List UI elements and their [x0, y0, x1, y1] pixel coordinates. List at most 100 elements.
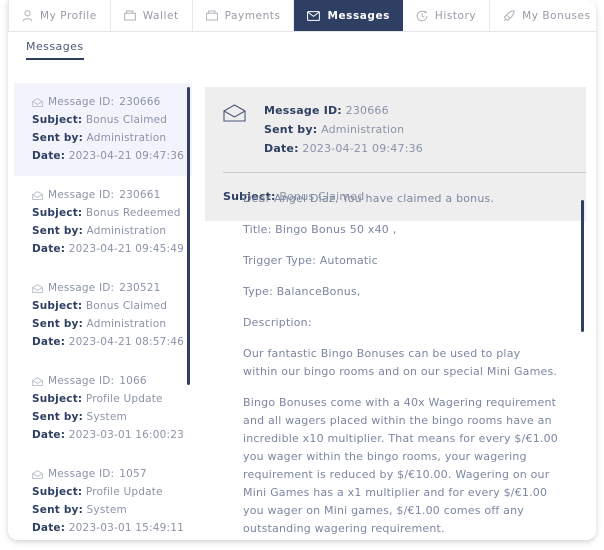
detail-header-lines: Message ID: 230666 Sent by: Administrati… — [264, 101, 568, 158]
subject-label: Subject: — [32, 300, 83, 312]
messages-dialog: My Profile Wallet Payments Messages Hist… — [8, 0, 596, 540]
message-id-value: 230666 — [345, 104, 389, 117]
message-id-value: 230661 — [119, 189, 161, 201]
message-paragraph: Our fantastic Bingo Bonuses can be used … — [243, 347, 558, 378]
message-id-row: Message ID: 1057 — [32, 465, 182, 483]
message-id-row: Message ID: 230521 — [32, 279, 182, 297]
sent-by-label: Sent by: — [264, 123, 318, 136]
message-paragraph: Trigger Type: Automatic — [243, 254, 378, 267]
subject-value: Profile Update — [85, 486, 163, 498]
tab-label: My Profile — [40, 9, 97, 22]
sent-by-value: Administration — [86, 132, 167, 144]
subject-value: Bonus Claimed — [85, 114, 168, 126]
detail-sent-by-row: Sent by: Administration — [264, 120, 568, 139]
sent-by-row: Sent by: Administration — [32, 222, 182, 240]
tab-label: History — [434, 9, 477, 22]
sent-by-row: Sent by: Administration — [32, 315, 182, 333]
date-label: Date: — [32, 429, 66, 441]
payments-icon — [205, 10, 218, 21]
sent-by-row: Sent by: Administration — [32, 129, 182, 147]
subject-value: Bonus Claimed — [85, 300, 168, 312]
message-id-row: Message ID: 1066 — [32, 372, 182, 390]
envelope-icon — [307, 10, 321, 21]
date-row: Date: 2023-04-21 09:45:49 — [32, 240, 185, 258]
message-id-label: Message ID: — [264, 104, 342, 117]
message-id-label: Message ID: — [48, 96, 115, 108]
date-value: 2023-04-21 09:47:36 — [302, 142, 424, 155]
tab-messages[interactable]: Messages — [294, 0, 403, 31]
date-label: Date: — [32, 336, 66, 348]
sent-by-label: Sent by: — [32, 411, 83, 423]
date-value: 2023-03-01 15:49:11 — [68, 522, 185, 534]
subject-row: Subject: Profile Update — [32, 390, 182, 408]
tab-my-bonuses[interactable]: My Bonuses — [490, 0, 596, 31]
message-id-value: 230521 — [119, 282, 161, 294]
message-list[interactable]: Message ID: 230666 Subject: Bonus Claime… — [14, 83, 192, 535]
envelope-open-icon — [32, 376, 43, 386]
subject-row: Subject: Bonus Redeemed — [32, 204, 182, 222]
tab-label: Wallet — [142, 9, 179, 22]
envelope-open-icon — [32, 283, 43, 293]
message-paragraph: Title: Bingo Bonus 50 x40 , — [243, 223, 397, 236]
message-body-scrollbar-thumb[interactable] — [581, 200, 584, 332]
sent-by-value: System — [86, 504, 127, 516]
tab-my-profile[interactable]: My Profile — [8, 0, 111, 31]
date-label: Date: — [32, 522, 66, 534]
sent-by-row: Sent by: System — [32, 501, 182, 519]
message-id-label: Message ID: — [48, 468, 115, 480]
tab-payments[interactable]: Payments — [192, 0, 295, 31]
date-value: 2023-03-01 16:00:23 — [68, 429, 185, 441]
date-value: 2023-04-21 08:57:46 — [68, 336, 185, 348]
user-icon — [22, 9, 33, 22]
detail-message-id-row: Message ID: 230666 — [264, 101, 568, 120]
tab-label: My Bonuses — [522, 9, 591, 22]
sent-by-value: System — [86, 411, 127, 423]
date-label: Date: — [32, 150, 66, 162]
sent-by-row: Sent by: System — [32, 408, 182, 426]
date-row: Date: 2023-04-21 09:47:36 — [32, 147, 184, 165]
rocket-icon — [503, 9, 515, 22]
tab-wallet[interactable]: Wallet — [110, 0, 193, 31]
tab-history[interactable]: History — [402, 0, 491, 31]
detail-header-top: Message ID: 230666 Sent by: Administrati… — [205, 101, 586, 172]
list-item[interactable]: Message ID: 1066 Subject: Profile Update… — [14, 362, 192, 455]
message-id-value: 230666 — [119, 96, 161, 108]
message-id-label: Message ID: — [48, 189, 115, 201]
sent-by-value: Administration — [86, 318, 167, 330]
message-paragraph: Bingo Bonuses come with a 40x Wagering r… — [243, 396, 559, 535]
message-detail-panel: Message ID: 230666 Sent by: Administrati… — [197, 78, 596, 540]
subject-value: Profile Update — [85, 393, 163, 405]
sent-by-label: Sent by: — [32, 132, 83, 144]
message-id-row: Message ID: 230661 — [32, 186, 182, 204]
date-row: Date: 2023-03-01 15:49:11 — [32, 519, 185, 535]
list-item[interactable]: Message ID: 230521 Subject: Bonus Claime… — [14, 269, 192, 362]
subject-row: Subject: Profile Update — [32, 483, 182, 501]
envelope-open-icon — [32, 97, 43, 107]
subject-row: Subject: Bonus Claimed — [32, 297, 182, 315]
message-list-scrollbar-thumb[interactable] — [187, 87, 190, 385]
detail-date-row: Date: 2023-04-21 09:47:36 — [264, 139, 568, 158]
message-id-value: 1057 — [119, 468, 147, 480]
list-item[interactable]: Message ID: 230666 Subject: Bonus Claime… — [14, 83, 192, 176]
subject-label: Subject: — [32, 114, 83, 126]
sent-by-label: Sent by: — [32, 225, 83, 237]
message-paragraph: Type: BalanceBonus, — [243, 285, 361, 298]
subject-label: Subject: — [32, 207, 83, 219]
message-id-label: Message ID: — [48, 282, 115, 294]
subject-row: Subject: Bonus Claimed — [32, 111, 182, 129]
date-label: Date: — [264, 142, 299, 155]
list-item[interactable]: Message ID: 230661 Subject: Bonus Redeem… — [14, 176, 192, 269]
message-body: Dear Angel Diaz, You have claimed a bonu… — [205, 190, 586, 540]
message-paragraph: Dear Angel Diaz, You have claimed a bonu… — [243, 192, 495, 205]
subject-label: Subject: — [32, 486, 83, 498]
date-label: Date: — [32, 243, 66, 255]
message-paragraph: Description: — [243, 316, 312, 329]
date-row: Date: 2023-04-21 08:57:46 — [32, 333, 185, 351]
messages-subtab-bar: Messages — [8, 32, 596, 70]
subtab-messages[interactable]: Messages — [26, 40, 84, 60]
message-id-label: Message ID: — [48, 375, 115, 387]
sent-by-value: Administration — [321, 123, 405, 136]
list-item[interactable]: Message ID: 1057 Subject: Profile Update… — [14, 455, 192, 535]
sent-by-label: Sent by: — [32, 504, 83, 516]
date-value: 2023-04-21 09:45:49 — [68, 243, 185, 255]
